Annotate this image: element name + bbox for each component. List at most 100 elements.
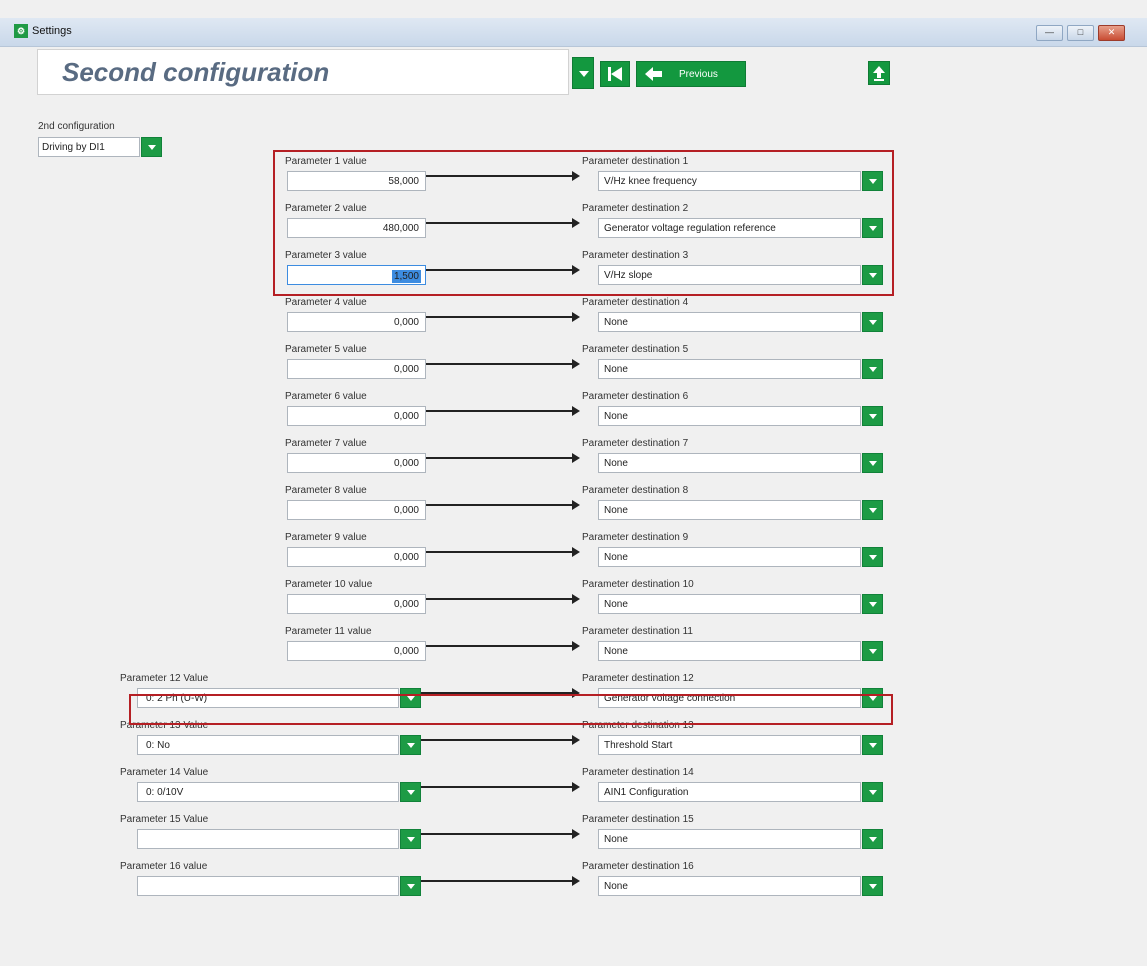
parameter-6-destination-value: None: [604, 411, 628, 422]
parameter-5-destination-label: Parameter destination 5: [582, 344, 689, 355]
window-title: Settings: [32, 25, 72, 37]
parameter-16-destination-value: None: [604, 881, 628, 892]
parameter-15-value-field[interactable]: [137, 829, 399, 849]
parameter-11-value: 0,000: [393, 646, 419, 657]
parameter-7-destination-select[interactable]: None: [598, 453, 861, 473]
close-button[interactable]: ✕: [1098, 25, 1125, 41]
parameter-14-destination-select[interactable]: AIN1 Configuration: [598, 782, 861, 802]
config-select[interactable]: Driving by DI1: [38, 137, 140, 157]
parameter-6-destination-select[interactable]: None: [598, 406, 861, 426]
parameter-4-destination-select[interactable]: None: [598, 312, 861, 332]
parameter-14-destination-dropdown[interactable]: [862, 782, 883, 802]
page-dropdown-button[interactable]: [572, 57, 594, 89]
minimize-button[interactable]: —: [1036, 25, 1063, 41]
parameter-7-value-label: Parameter 7 value: [285, 438, 367, 449]
parameter-6-value-field[interactable]: 0,000: [287, 406, 426, 426]
parameter-10-destination-dropdown[interactable]: [862, 594, 883, 614]
parameter-9-value-field[interactable]: 0,000: [287, 547, 426, 567]
parameter-9-destination-select[interactable]: None: [598, 547, 861, 567]
parameter-10-destination-value: None: [604, 599, 628, 610]
parameter-5-destination-select[interactable]: None: [598, 359, 861, 379]
parameter-7-destination-value: None: [604, 458, 628, 469]
parameter-10-destination-select[interactable]: None: [598, 594, 861, 614]
arrow-right-icon: [426, 500, 580, 510]
parameter-8-value-label: Parameter 8 value: [285, 485, 367, 496]
parameter-12-destination-label: Parameter destination 12: [582, 673, 694, 684]
parameter-13-value-field[interactable]: 0: No: [137, 735, 399, 755]
parameter-11-value-field[interactable]: 0,000: [287, 641, 426, 661]
highlight-frame-row-12: [129, 694, 893, 725]
parameter-14-value: 0: 0/10V: [146, 787, 184, 798]
parameter-10-value-label: Parameter 10 value: [285, 579, 373, 590]
parameter-13-destination-value: Threshold Start: [604, 740, 673, 751]
parameter-6-destination-label: Parameter destination 6: [582, 391, 689, 402]
parameter-16-value-field[interactable]: [137, 876, 399, 896]
parameter-5-value-field[interactable]: 0,000: [287, 359, 426, 379]
previous-button[interactable]: Previous: [636, 61, 746, 87]
arrow-right-icon: [426, 406, 580, 416]
config-value: Driving by DI1: [42, 142, 105, 153]
parameter-16-value-dropdown[interactable]: [400, 876, 421, 896]
parameter-5-destination-dropdown[interactable]: [862, 359, 883, 379]
parameter-16-destination-dropdown[interactable]: [862, 876, 883, 896]
parameter-4-value: 0,000: [393, 317, 419, 328]
parameter-13-destination-select[interactable]: Threshold Start: [598, 735, 861, 755]
parameter-5-value-label: Parameter 5 value: [285, 344, 367, 355]
skip-back-icon: [608, 67, 622, 81]
config-dropdown-button[interactable]: [141, 137, 162, 157]
parameter-15-destination-dropdown[interactable]: [862, 829, 883, 849]
parameter-15-value-dropdown[interactable]: [400, 829, 421, 849]
parameter-11-destination-dropdown[interactable]: [862, 641, 883, 661]
first-page-button[interactable]: [600, 61, 630, 87]
parameter-6-value-label: Parameter 6 value: [285, 391, 367, 402]
parameter-13-value-dropdown[interactable]: [400, 735, 421, 755]
parameter-14-value-dropdown[interactable]: [400, 782, 421, 802]
parameter-6-value: 0,000: [393, 411, 419, 422]
parameter-4-value-field[interactable]: 0,000: [287, 312, 426, 332]
parameter-11-destination-label: Parameter destination 11: [582, 626, 693, 637]
page-header: Second configuration: [37, 49, 569, 95]
parameter-16-destination-select[interactable]: None: [598, 876, 861, 896]
parameter-11-destination-select[interactable]: None: [598, 641, 861, 661]
parameter-14-destination-value: AIN1 Configuration: [604, 787, 689, 798]
parameter-8-destination-value: None: [604, 505, 628, 516]
arrow-right-icon: [421, 876, 580, 886]
parameter-4-destination-label: Parameter destination 4: [582, 297, 689, 308]
parameter-11-value-label: Parameter 11 value: [285, 626, 372, 637]
parameter-4-destination-value: None: [604, 317, 628, 328]
parameter-5-value: 0,000: [393, 364, 419, 375]
parameter-6-destination-dropdown[interactable]: [862, 406, 883, 426]
parameter-4-value-label: Parameter 4 value: [285, 297, 367, 308]
previous-label: Previous: [679, 69, 718, 80]
parameter-15-destination-select[interactable]: None: [598, 829, 861, 849]
maximize-button[interactable]: □: [1067, 25, 1094, 41]
parameter-8-value-field[interactable]: 0,000: [287, 500, 426, 520]
parameter-8-value: 0,000: [393, 505, 419, 516]
parameter-10-value-field[interactable]: 0,000: [287, 594, 426, 614]
parameter-12-value-label: Parameter 12 Value: [120, 673, 209, 684]
highlight-frame-top: [273, 150, 894, 296]
parameter-14-value-field[interactable]: 0: 0/10V: [137, 782, 399, 802]
parameter-7-value-field[interactable]: 0,000: [287, 453, 426, 473]
parameter-14-value-label: Parameter 14 Value: [120, 767, 209, 778]
parameter-8-destination-label: Parameter destination 8: [582, 485, 689, 496]
parameter-13-value: 0: No: [146, 740, 170, 751]
arrow-right-icon: [426, 312, 580, 322]
parameter-8-destination-dropdown[interactable]: [862, 500, 883, 520]
parameter-4-destination-dropdown[interactable]: [862, 312, 883, 332]
parameter-11-destination-value: None: [604, 646, 628, 657]
parameter-9-destination-dropdown[interactable]: [862, 547, 883, 567]
parameter-7-destination-dropdown[interactable]: [862, 453, 883, 473]
arrow-right-icon: [426, 547, 580, 557]
parameter-5-destination-value: None: [604, 364, 628, 375]
parameter-9-value-label: Parameter 9 value: [285, 532, 367, 543]
config-label: 2nd configuration: [38, 121, 115, 132]
parameter-13-destination-dropdown[interactable]: [862, 735, 883, 755]
parameter-7-destination-label: Parameter destination 7: [582, 438, 689, 449]
parameter-8-destination-select[interactable]: None: [598, 500, 861, 520]
parameter-14-destination-label: Parameter destination 14: [582, 767, 694, 778]
parameter-15-destination-label: Parameter destination 15: [582, 814, 694, 825]
parameter-16-destination-label: Parameter destination 16: [582, 861, 694, 872]
upload-button[interactable]: [868, 61, 890, 85]
arrow-right-icon: [421, 829, 580, 839]
